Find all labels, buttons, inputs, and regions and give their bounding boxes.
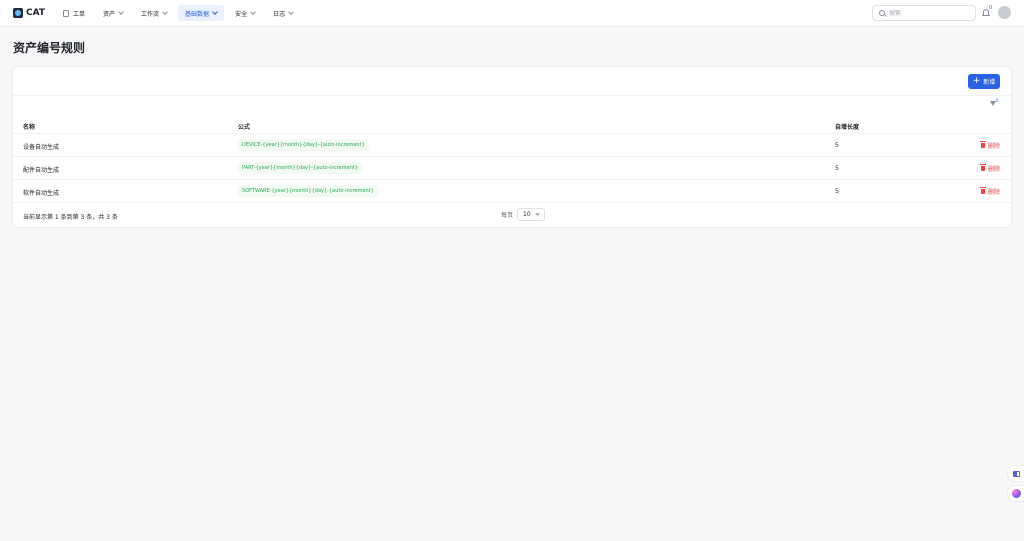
sidebar-toggle-button[interactable] [1007,465,1024,482]
nav-item-base-data[interactable]: 基础数据 [178,5,225,21]
row-increment-length: 5 [835,142,839,149]
page-size-value: 10 [523,211,531,218]
per-page-label: 每页 [501,212,514,219]
add-button[interactable]: + 新增 [968,74,1000,89]
nav-item-logs[interactable]: 日志 [266,5,300,21]
nav-item-label: 资产 [103,10,116,18]
page-title: 资产编号规则 [13,41,86,55]
app-name: CAT [26,8,46,18]
column-header-formula[interactable]: 公式 [238,122,250,131]
nav-item-work-orders[interactable]: 工单 [56,5,92,21]
row-increment-length: 5 [835,188,839,195]
delete-button[interactable]: 删除 [979,187,1000,196]
page-size-select[interactable]: 10 [517,208,546,221]
trash-icon [979,141,986,148]
row-name: 配件自动生成 [23,167,60,174]
trash-icon [979,187,986,194]
nav-item-label: 工单 [73,10,86,18]
top-navigation-bar: CAT 工单 资产 工作流 基础数据 安全 日志 搜索 0 [0,0,1024,27]
app-logo[interactable]: CAT [13,6,45,20]
nav-item-security[interactable]: 安全 [228,5,262,21]
main-nav: 工单 资产 工作流 基础数据 安全 日志 [56,5,304,21]
table-row: 配件自动生成 PART-{year}{month}{day}-{auto-inc… [13,157,1011,180]
chevron-down-icon [118,9,124,15]
add-button-label: 新增 [983,79,996,86]
ai-assistant-icon [1011,489,1021,498]
column-header-increment-length[interactable]: 自增长度 [835,122,859,131]
row-increment-length: 5 [835,165,839,172]
filter-button[interactable]: 0 [990,98,1000,108]
nav-item-label: 安全 [235,10,248,18]
notification-count: 0 [989,5,993,11]
search-input[interactable] [889,9,969,17]
nav-item-workflow[interactable]: 工作流 [134,5,174,21]
rules-card: + 新增 0 名称 公式 自增长度 设备自动生成 DEVICE-{year}{m… [12,66,1012,228]
sidebar-toggle-icon [1012,470,1020,477]
plus-icon: + [972,75,981,86]
delete-button-label: 删除 [987,189,1000,196]
search-box[interactable] [872,5,976,21]
document-icon [63,9,69,17]
formula-tag: DEVICE-{year}{month}{day}-{auto-incremen… [238,139,369,151]
nav-item-label: 工作流 [141,10,160,18]
delete-button-label: 删除 [987,166,1000,173]
pagination-summary: 当前显示第 1 条到第 3 条，共 3 条 [23,214,118,221]
nav-item-assets[interactable]: 资产 [96,5,130,21]
delete-button[interactable]: 删除 [979,164,1000,173]
chevron-down-icon [162,9,168,15]
column-header-name[interactable]: 名称 [23,122,35,131]
formula-tag: PART-{year}{month}{day}-{auto-increment} [238,162,363,174]
page-size-control: 每页 10 [501,208,546,221]
row-name: 软件自动生成 [23,190,60,197]
delete-button-label: 删除 [987,143,1000,150]
table-row: 设备自动生成 DEVICE-{year}{month}{day}-{auto-i… [13,134,1011,157]
bell-icon-base [982,15,990,16]
formula-tag: SOFTWARE-{year}{month}{day}-{auto-increm… [238,185,378,197]
row-name: 设备自动生成 [23,144,60,151]
trash-icon [979,164,986,171]
user-avatar[interactable] [998,6,1011,19]
divider [13,95,1011,96]
nav-item-label: 日志 [273,10,286,18]
logo-icon [13,8,23,18]
ai-assistant-button[interactable] [1007,485,1024,502]
search-icon [879,10,885,16]
delete-button[interactable]: 删除 [979,141,1000,150]
chevron-down-icon [288,9,294,15]
chevron-down-icon [212,9,218,15]
chevron-down-icon [535,211,540,216]
table-row: 软件自动生成 SOFTWARE-{year}{month}{day}-{auto… [13,180,1011,203]
table-header: 名称 公式 自增长度 [13,117,1011,134]
filter-count: 0 [996,98,999,103]
nav-item-label: 基础数据 [185,10,210,18]
chevron-down-icon [250,9,256,15]
